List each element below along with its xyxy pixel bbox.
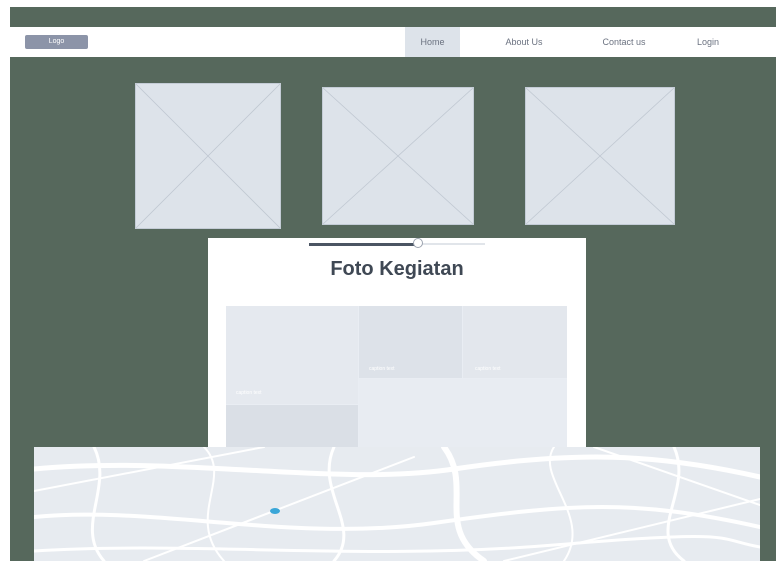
gallery-tile[interactable]: caption text [463, 306, 567, 378]
gallery-card: Foto Kegiatan caption text caption text … [208, 238, 586, 461]
location-dot-icon[interactable] [270, 508, 280, 514]
gallery-caption: caption text [369, 366, 395, 372]
gallery-tile[interactable]: caption text [226, 306, 358, 404]
image-placeholder-2 [322, 87, 474, 225]
map-streets [34, 447, 760, 561]
page-canvas: Logo Home About Us Contact us Login Foto… [10, 7, 776, 561]
image-placeholder-icon [526, 88, 674, 224]
nav-home[interactable]: Home [405, 27, 460, 57]
image-placeholder-1 [135, 83, 281, 229]
gallery-caption: caption text [236, 390, 262, 396]
navbar: Logo Home About Us Contact us Login [10, 27, 776, 57]
slider-fill [309, 242, 419, 246]
gallery-title: Foto Kegiatan [330, 258, 464, 280]
nav-contact-us[interactable]: Contact us [590, 27, 658, 57]
nav-about-us[interactable]: About Us [494, 27, 554, 57]
gallery-caption: caption text [475, 366, 501, 372]
gallery-tile[interactable]: caption text [359, 306, 462, 378]
slider-thumb[interactable] [413, 238, 424, 248]
image-placeholder-icon [323, 88, 473, 224]
logo[interactable]: Logo [25, 35, 88, 49]
nav-login[interactable]: Login [686, 27, 730, 57]
image-placeholder-3 [525, 87, 675, 225]
map[interactable] [34, 447, 760, 561]
photo-gallery: caption text caption text caption text [226, 306, 567, 461]
image-placeholder-icon [136, 84, 280, 228]
gallery-slider[interactable] [309, 238, 485, 248]
